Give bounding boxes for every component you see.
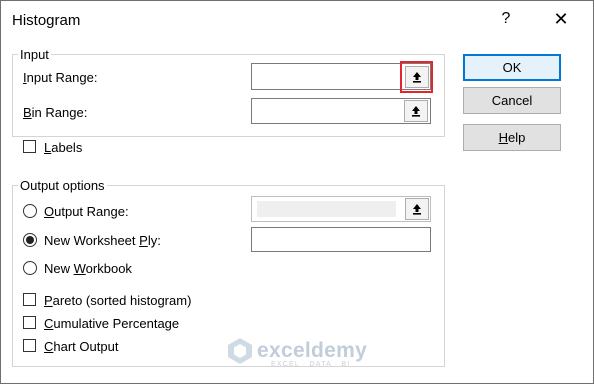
highlight-box [400,61,433,93]
output-range-radio[interactable] [23,204,37,218]
help-question-icon[interactable]: ? [496,10,516,28]
collapse-dialog-icon [412,106,420,117]
new-workbook-label: New Workbook [44,261,132,276]
output-range-field[interactable] [251,196,431,222]
watermark-tagline: EXCEL · DATA · BI [271,361,351,368]
histogram-dialog: Histogram ? ✕ Input Input Range: Bin Ran… [0,0,594,384]
exceldemy-watermark: exceldemy EXCEL · DATA · BI [227,337,367,368]
title-bar: Histogram ? ✕ [1,1,593,41]
labels-checkbox[interactable] [23,140,36,153]
close-icon[interactable]: ✕ [549,9,573,30]
input-range-label: Input Range: [23,70,98,85]
new-worksheet-ply-radio[interactable] [23,233,37,247]
exceldemy-logo-icon [228,338,252,364]
cumulative-percentage-label: Cumulative Percentage [44,316,180,331]
output-range-field-disabled [257,201,396,217]
pareto-label: Pareto (sorted histogram) [44,293,192,308]
cancel-button[interactable]: Cancel [463,87,561,114]
help-button[interactable]: Help [463,124,561,151]
input-group-legend: Input [18,47,51,62]
new-worksheet-ply-field[interactable] [251,227,431,252]
chart-output-label: Chart Output [44,339,119,354]
new-worksheet-ply-label: New Worksheet Ply: [44,233,161,248]
new-workbook-radio[interactable] [23,261,37,275]
collapse-dialog-icon [413,204,421,215]
bin-range-collapse-button[interactable] [404,100,428,122]
chart-output-checkbox[interactable] [23,339,36,352]
cumulative-percentage-checkbox[interactable] [23,316,36,329]
bin-range-label: Bin Range: [23,105,88,120]
labels-checkbox-label: Labels [44,140,83,155]
dialog-title: Histogram [12,12,81,29]
output-options-legend: Output options [18,178,107,193]
output-range-collapse-button[interactable] [405,198,429,220]
watermark-brand: exceldemy [257,339,368,362]
output-range-label: Output Range: [44,204,129,219]
pareto-checkbox[interactable] [23,293,36,306]
ok-button[interactable]: OK [463,54,561,81]
